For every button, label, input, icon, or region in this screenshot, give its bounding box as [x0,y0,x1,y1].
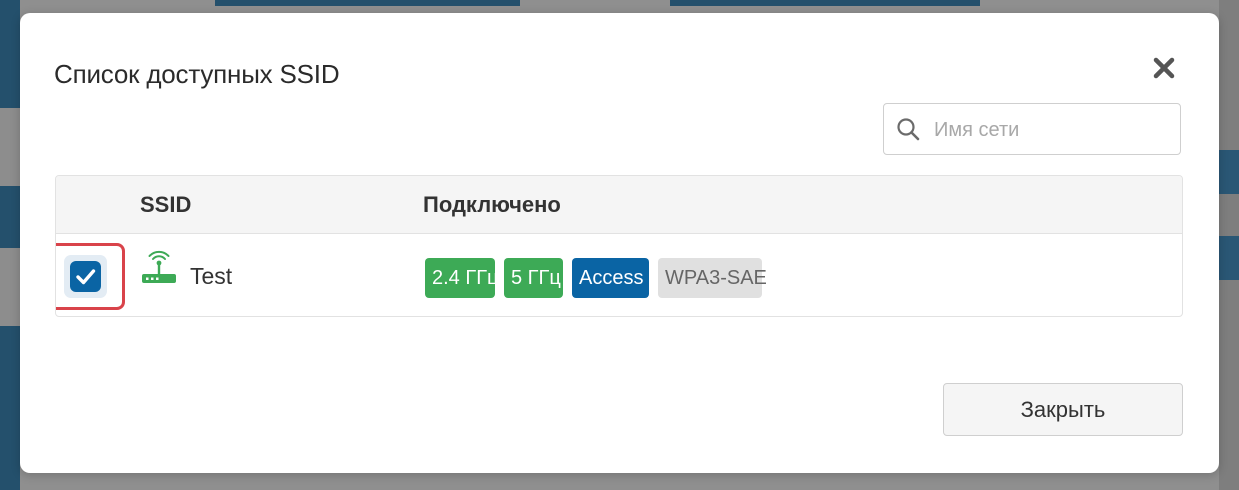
ssid-list-dialog: Список доступных SSID SSID Подключено [20,13,1219,473]
search-field[interactable] [883,103,1181,155]
search-input[interactable] [932,114,1172,146]
ssid-name: Test [190,263,233,289]
background-app-block [1219,150,1239,194]
background-app-header [670,0,980,6]
column-header-ssid[interactable]: SSID [140,192,191,218]
band-badge-5ghz: 5 ГГц [504,258,563,298]
band-badge-2-4ghz: 2.4 ГГц [425,258,498,298]
background-app-left [0,0,20,490]
wifi-router-icon [140,250,178,288]
background-app-stripe [0,248,20,326]
background-app-block [1219,236,1239,280]
mode-badge: Access [572,258,649,298]
search-icon [896,117,920,141]
close-icon[interactable] [1153,57,1175,79]
checkbox-focus-ring [64,255,107,298]
table-row[interactable]: Test 2.4 ГГц 5 ГГц Access WPA3-SAE [56,234,1182,316]
checkmark-icon [76,269,96,285]
table-header: SSID Подключено [56,176,1182,234]
background-app-stripe [0,108,20,186]
close-button[interactable]: Закрыть [943,383,1183,436]
background-app-header [215,0,520,6]
security-badge: WPA3-SAE [658,258,767,298]
column-header-connected[interactable]: Подключено [423,192,561,218]
dialog-title: Список доступных SSID [54,59,340,89]
ssid-table: SSID Подключено Test 2.4 ГГц 5 ГГц Acces… [55,175,1183,317]
ssid-select-checkbox[interactable] [70,261,101,292]
